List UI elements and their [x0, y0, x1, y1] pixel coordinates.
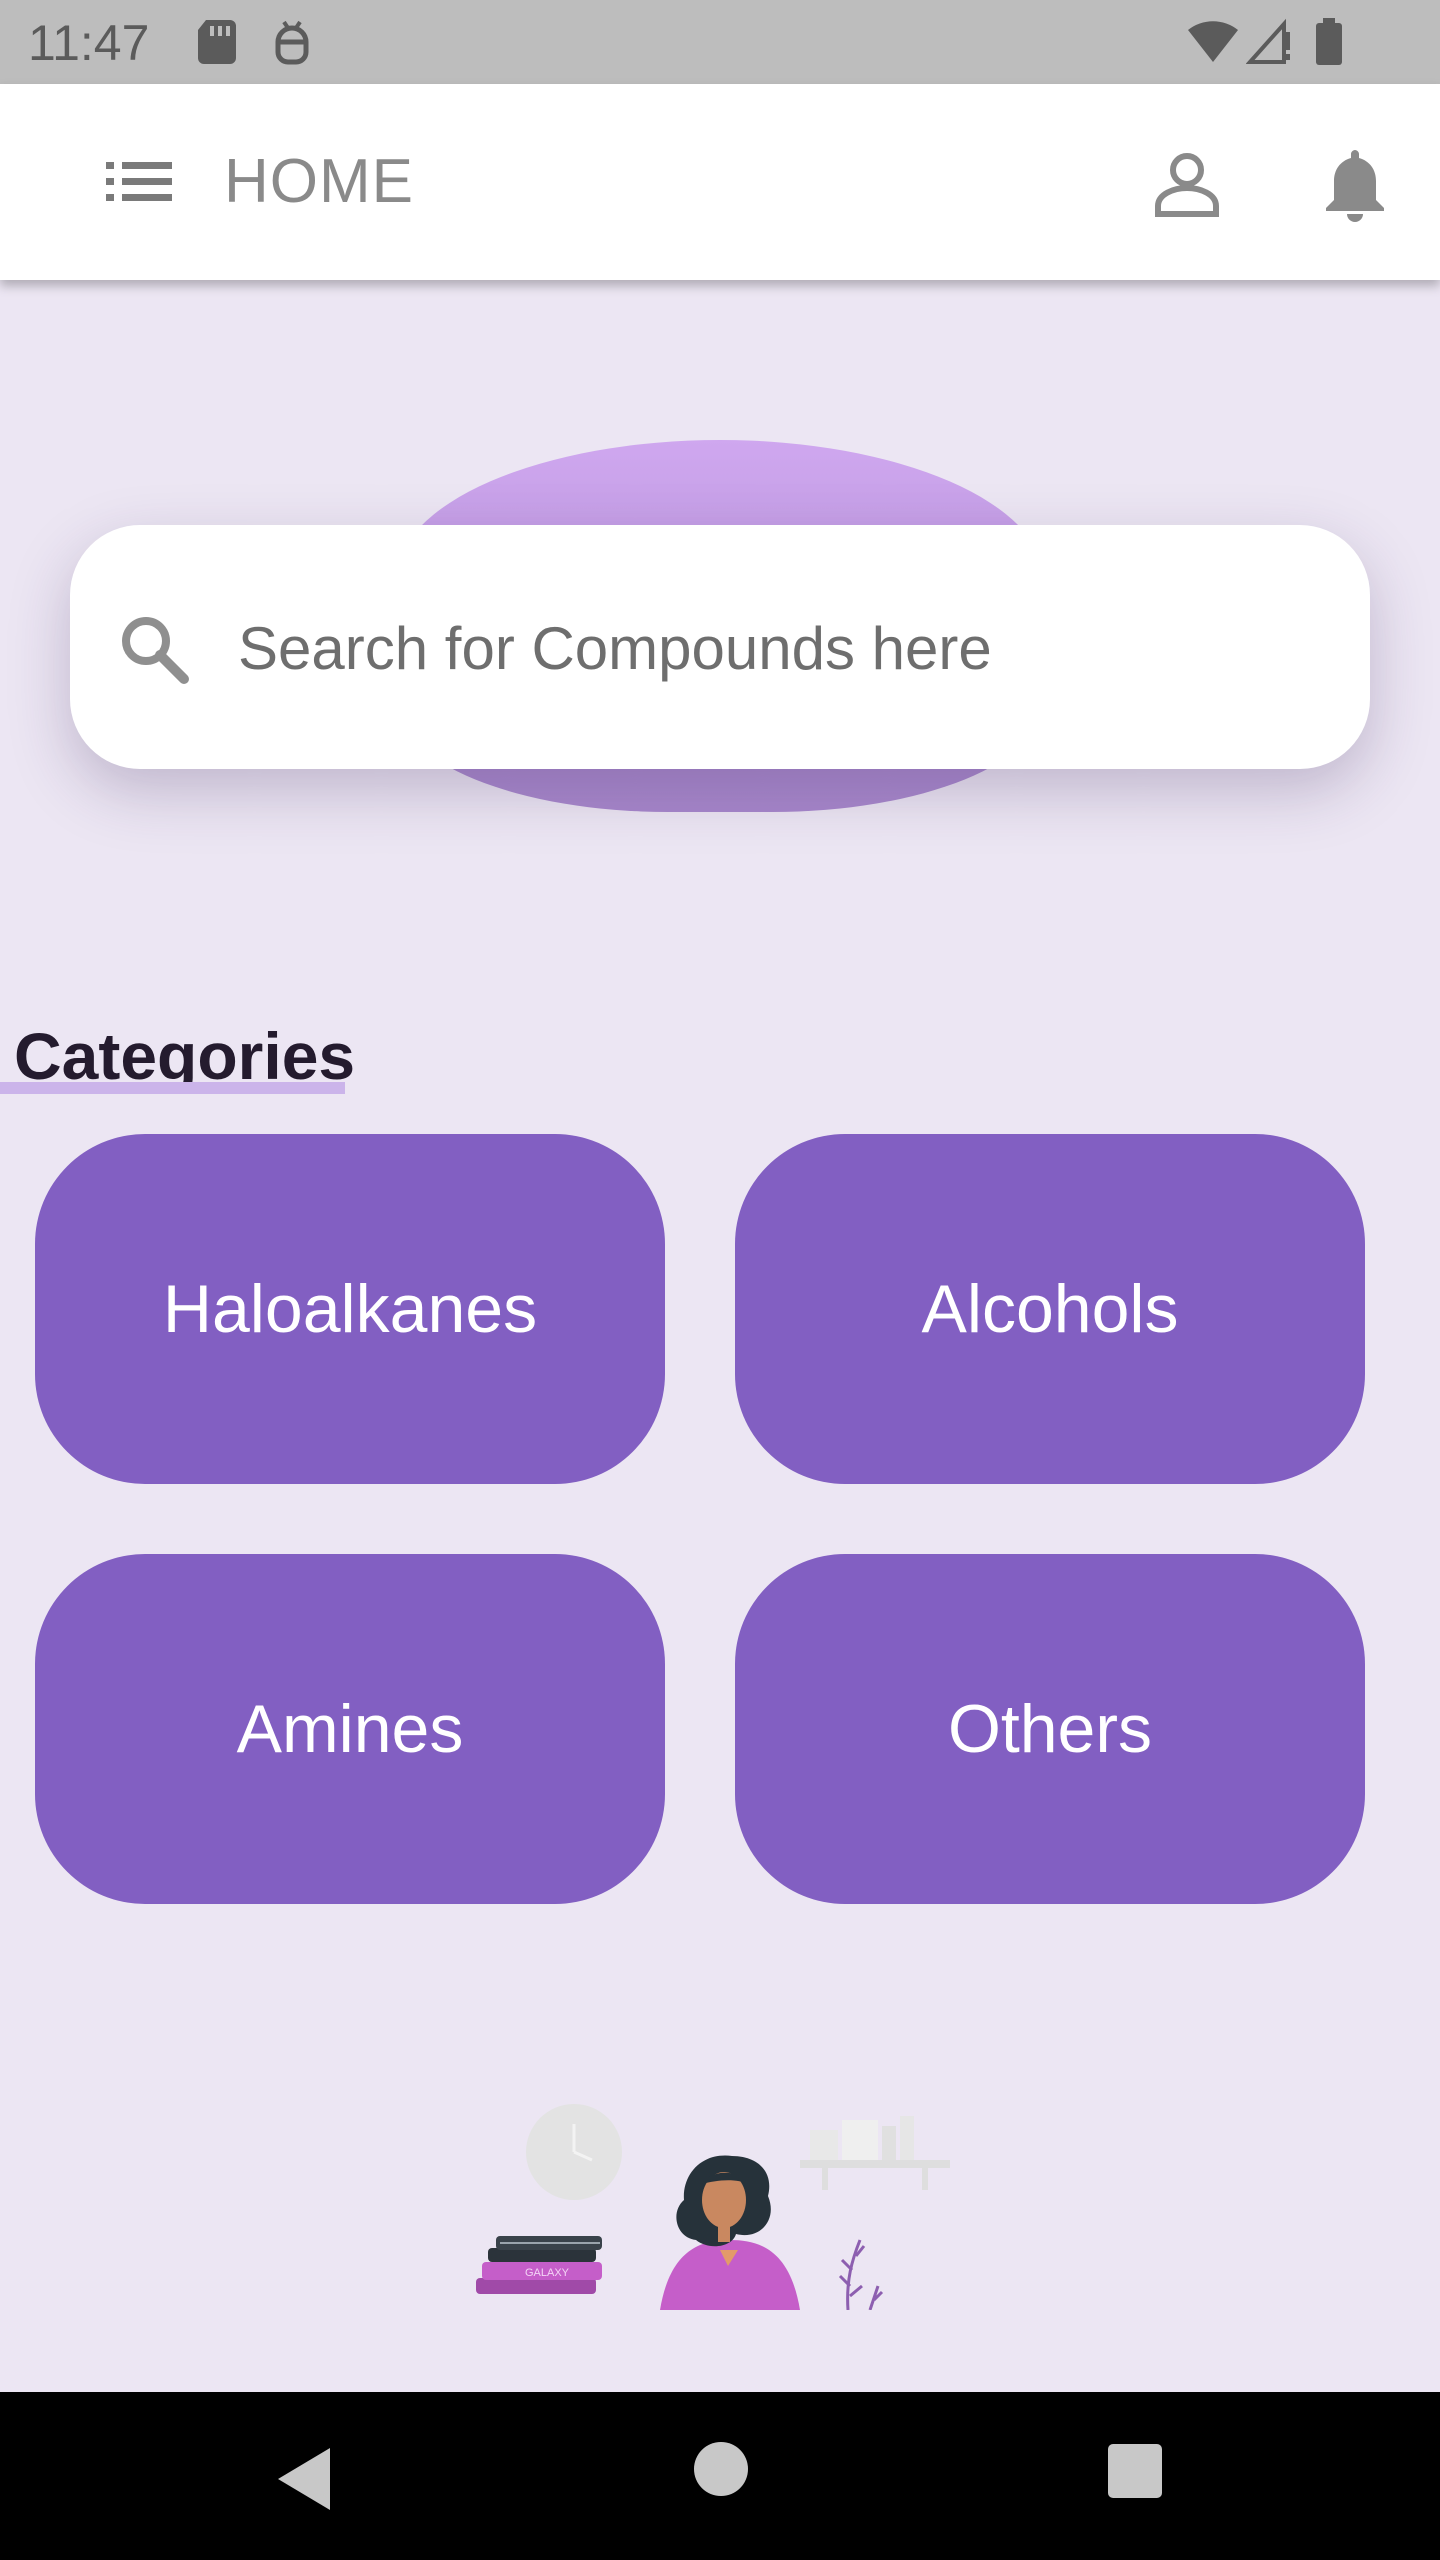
category-label: Others [947, 1691, 1153, 1767]
shelf [800, 2160, 950, 2168]
system-nav-bar [0, 2392, 1440, 2560]
back-icon[interactable] [270, 2444, 350, 2514]
category-haloalkanes-button[interactable]: Haloalkanes [35, 1134, 665, 1484]
sd-card-icon [198, 20, 236, 64]
menu-list-icon[interactable] [104, 154, 174, 210]
wifi-icon [1188, 21, 1238, 62]
heading-underline [0, 1082, 345, 1094]
book-stack [476, 2278, 596, 2294]
android-debug-icon [275, 20, 309, 65]
battery-icon [1316, 18, 1342, 65]
category-label: Alcohols [921, 1271, 1179, 1347]
search-box[interactable] [70, 525, 1370, 769]
status-bar: 11:47 [0, 0, 1440, 84]
category-others-button[interactable]: Others [735, 1554, 1365, 1904]
category-alcohols-button[interactable]: Alcohols [735, 1134, 1365, 1484]
category-label: Haloalkanes [162, 1271, 538, 1347]
home-icon[interactable] [694, 2442, 748, 2496]
category-amines-button[interactable]: Amines [35, 1554, 665, 1904]
plant-icon [846, 2239, 862, 2310]
page-title: HOME [224, 147, 414, 216]
top-app-bar: HOME [0, 84, 1440, 280]
person-icon[interactable] [1152, 150, 1222, 220]
student-illustration: GALAXY [476, 2104, 950, 2310]
search-input[interactable] [238, 603, 1318, 693]
bell-icon[interactable] [1320, 146, 1390, 222]
category-label: Amines [236, 1691, 464, 1767]
book-spine-label: GALAXY [525, 2267, 570, 2279]
search-icon [122, 617, 189, 684]
cell-signal-icon [1246, 18, 1290, 64]
status-time: 11:47 [28, 15, 150, 71]
recents-icon[interactable] [1108, 2444, 1162, 2498]
